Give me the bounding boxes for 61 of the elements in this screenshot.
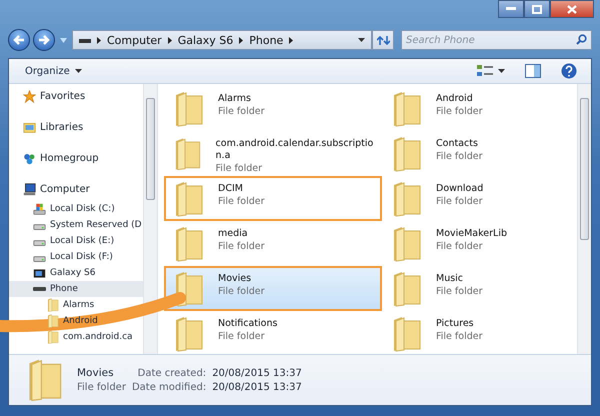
folder-type: File folder — [436, 195, 484, 209]
detail-label: Date modified: — [132, 382, 206, 392]
nav-item[interactable]: Phone — [9, 281, 143, 297]
folder-type: File folder — [436, 330, 482, 344]
nav-item[interactable]: Local Disk (F:) — [9, 249, 143, 265]
folder-item[interactable]: com.android.calendar.subscription.a File folder — [164, 131, 382, 176]
folder-item[interactable]: Pictures File folder — [382, 311, 577, 354]
folder-name: DCIM — [218, 183, 244, 195]
breadcrumb[interactable]: Phone — [249, 34, 284, 46]
folder-type: File folder — [218, 285, 264, 299]
detail-value: 20/08/2015 13:37 — [212, 368, 302, 378]
nav-item[interactable]: Libraries — [9, 119, 143, 135]
nav-item[interactable]: Android — [9, 313, 143, 329]
folder-name: Pictures — [436, 318, 475, 330]
detail-value: 20/08/2015 13:37 — [212, 382, 302, 392]
folder-type: File folder — [218, 330, 266, 344]
folder-name: Contacts — [436, 138, 479, 150]
breadcrumb[interactable]: Galaxy S6 — [178, 34, 234, 46]
folder-type: File folder — [218, 195, 264, 209]
folder-name: Download — [436, 183, 484, 195]
folder-type: File folder — [436, 150, 482, 164]
folder-item[interactable]: Android File folder — [382, 86, 577, 131]
search-field[interactable]: Search Phone — [401, 30, 592, 50]
nav-item[interactable]: Local Disk (C:) — [9, 201, 143, 217]
folder-name: com.android.calendar.subscription.a — [216, 138, 374, 162]
nav-item[interactable]: Favorites — [9, 88, 143, 104]
folder-name: MovieMakerLib — [436, 228, 508, 240]
folder-type: File folder — [218, 240, 264, 254]
address-bar[interactable]: Computer Galaxy S6 Phone — [72, 30, 372, 50]
nav-item[interactable]: com.android.ca — [9, 329, 143, 345]
folder-item[interactable]: MovieMakerLib File folder — [382, 221, 577, 266]
folder-name: Music — [436, 273, 464, 285]
folder-type: File folder — [218, 105, 264, 119]
folder-type: File folder — [436, 105, 482, 119]
folder-item[interactable]: Music File folder — [382, 266, 577, 311]
detail-name: Movies — [77, 367, 115, 379]
folder-item[interactable]: Alarms File folder — [164, 86, 382, 131]
folder-item[interactable]: Contacts File folder — [382, 131, 577, 176]
folder-name: Alarms — [218, 93, 252, 105]
detail-type: File folder — [77, 382, 126, 393]
nav-item[interactable]: Homegroup — [9, 150, 143, 166]
folder-item[interactable]: Notifications File folder — [164, 311, 382, 354]
folder-type: File folder — [216, 162, 264, 176]
nav-item[interactable]: Galaxy S6 — [9, 265, 143, 281]
detail-label: Date created: — [136, 368, 206, 378]
folder-name: Android — [436, 93, 474, 105]
folder-name: Notifications — [218, 318, 278, 330]
folder-item[interactable]: Download File folder — [382, 176, 577, 221]
folder-type: File folder — [436, 240, 484, 254]
folder-item[interactable]: DCIM File folder — [164, 176, 382, 221]
folder-name: media — [218, 228, 249, 240]
nav-item[interactable]: Local Disk (E:) — [9, 233, 143, 249]
organize-button[interactable]: Organize — [21, 64, 86, 78]
breadcrumb[interactable]: Computer — [107, 34, 162, 46]
nav-item[interactable]: Computer — [9, 181, 143, 197]
folder-item[interactable]: media File folder — [164, 221, 382, 266]
folder-name: Movies — [218, 273, 252, 285]
nav-item[interactable]: Alarms — [9, 297, 143, 313]
nav-item[interactable]: System Reserved (D — [9, 217, 143, 233]
folder-type: File folder — [436, 285, 482, 299]
folder-item[interactable]: Movies File folder — [164, 266, 382, 311]
